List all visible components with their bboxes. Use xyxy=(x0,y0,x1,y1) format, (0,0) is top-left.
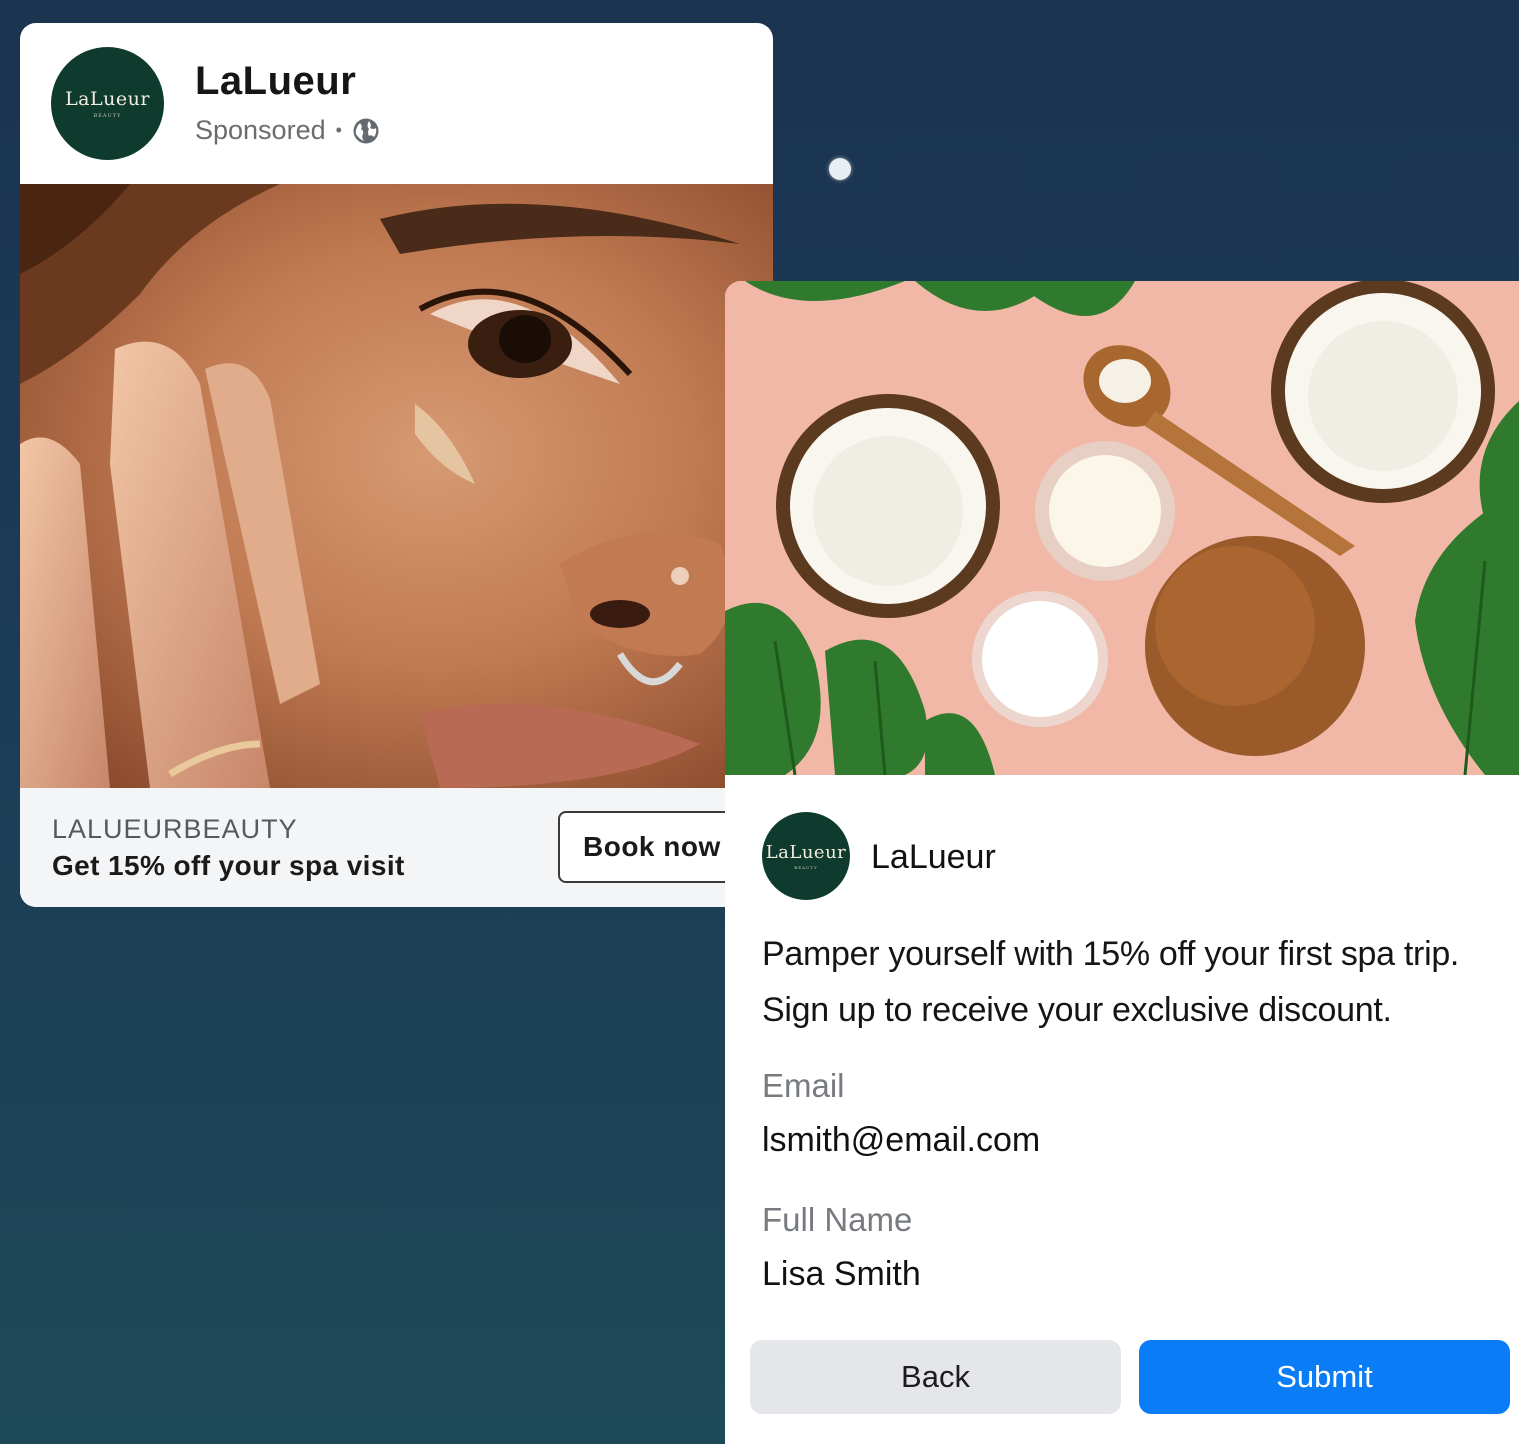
ad-offer-headline: Get 15% off your spa visit xyxy=(52,850,405,881)
background-dot xyxy=(829,158,851,180)
ad-image[interactable] xyxy=(20,184,773,788)
submit-button[interactable]: Submit xyxy=(1139,1340,1510,1414)
form-hero-image xyxy=(725,281,1519,775)
email-field[interactable] xyxy=(762,1121,1462,1160)
ad-meta: Sponsored • xyxy=(195,115,380,146)
coconut-photo xyxy=(725,281,1519,775)
form-intro-text: Pamper yourself with 15% off your first … xyxy=(762,926,1502,1038)
sponsored-label: Sponsored xyxy=(195,115,326,145)
email-label: Email xyxy=(762,1067,845,1104)
logo-wordmark: LaLueur xyxy=(765,842,847,863)
intro-line-2: Sign up to receive your exclusive discou… xyxy=(762,991,1392,1029)
skincare-photo xyxy=(20,184,773,788)
logo-subtext: BEAUTY xyxy=(794,865,818,870)
full-name-field[interactable] xyxy=(762,1255,1462,1294)
ad-header: LaLueur BEAUTY LaLueur Sponsored • xyxy=(20,23,773,184)
full-name-label: Full Name xyxy=(762,1201,913,1238)
logo-wordmark: LaLueur xyxy=(65,88,150,110)
form-brand-name: LaLueur xyxy=(871,838,996,876)
logo-subtext: BEAUTY xyxy=(93,113,122,119)
ad-brand-name[interactable]: LaLueur xyxy=(195,59,356,104)
back-button[interactable]: Back xyxy=(750,1340,1121,1414)
globe-icon xyxy=(353,118,379,143)
form-brand-logo: LaLueur BEAUTY xyxy=(762,812,850,900)
intro-line-1: Pamper yourself with 15% off your first … xyxy=(762,935,1460,973)
lead-form-card: LaLueur BEAUTY LaLueur Pamper yourself w… xyxy=(725,281,1519,1444)
ad-footer: LALUEURBEAUTY Get 15% off your spa visit… xyxy=(20,788,773,907)
ad-handle: LALUEURBEAUTY xyxy=(52,814,298,844)
brand-logo[interactable]: LaLueur BEAUTY xyxy=(51,47,164,160)
sponsored-ad-card: LaLueur BEAUTY LaLueur Sponsored • LALUE… xyxy=(20,23,773,907)
meta-separator: • xyxy=(335,120,342,140)
